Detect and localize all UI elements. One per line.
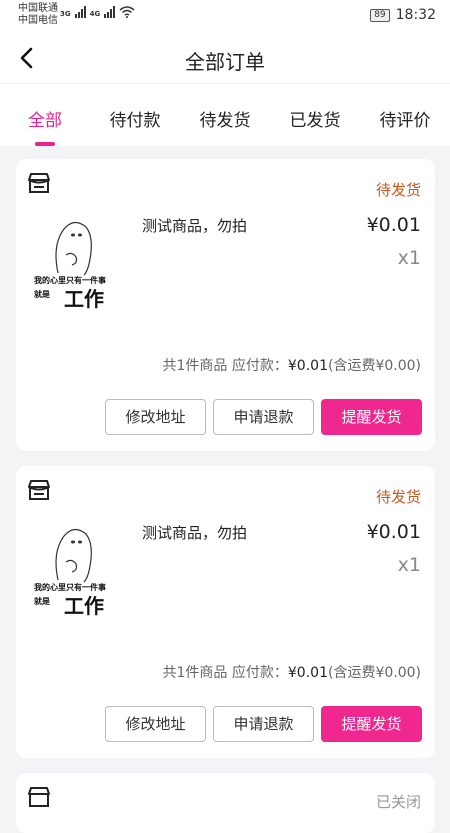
- modify-address-button[interactable]: 修改地址: [105, 399, 206, 435]
- remind-shipment-button[interactable]: 提醒发货: [321, 399, 422, 435]
- order-status: 待发货: [375, 181, 421, 199]
- summary-amount: ¥0.01: [287, 358, 328, 374]
- summary-label: 应付款：: [231, 358, 288, 374]
- order-card[interactable]: 待发货 我的心里只有一件事 就是 工作 测试商品，勿拍 ¥0.01 x1 共1件…: [16, 159, 435, 451]
- product-quantity: x1: [397, 554, 421, 576]
- network-icons: 3G 4G: [60, 6, 135, 18]
- image-caption-2: 就是: [34, 597, 50, 606]
- order-summary: 共1件商品 应付款：¥0.01(含运费¥0.00): [163, 355, 421, 375]
- summary-count: 共1件商品: [162, 665, 228, 681]
- product-price: ¥0.01: [366, 521, 421, 543]
- battery-icon: 89: [370, 8, 390, 22]
- order-summary: 共1件商品 应付款：¥0.01(含运费¥0.00): [163, 662, 421, 682]
- summary-label: 应付款：: [231, 665, 288, 681]
- summary-shipping: (含运费¥0.00): [327, 358, 421, 374]
- modify-address-button[interactable]: 修改地址: [105, 706, 206, 742]
- product-image[interactable]: 我的心里只有一件事 就是 工作: [28, 522, 128, 626]
- image-caption-big: 工作: [64, 594, 104, 618]
- order-status: 已关闭: [375, 793, 421, 811]
- store-icon: [28, 480, 50, 500]
- request-refund-button[interactable]: 申请退款: [213, 399, 314, 435]
- tab-all[interactable]: 全部: [0, 84, 90, 146]
- carrier-info: 中国联通 中国电信: [18, 3, 58, 27]
- tab-shipped[interactable]: 已发货: [270, 84, 360, 146]
- product-quantity: x1: [397, 247, 421, 269]
- nav-bar: 全部订单: [0, 32, 450, 84]
- tab-pending-review[interactable]: 待评价: [360, 84, 450, 146]
- signal-icon: [74, 6, 86, 18]
- page-title: 全部订单: [185, 50, 265, 74]
- net-type-2: 4G: [89, 10, 101, 18]
- status-right: 89 18:32: [370, 7, 436, 23]
- summary-shipping: (含运费¥0.00): [327, 665, 421, 681]
- store-icon: [28, 787, 50, 807]
- product-name[interactable]: 测试商品，勿拍: [142, 215, 247, 236]
- tab-pending-shipment[interactable]: 待发货: [180, 84, 270, 146]
- summary-amount: ¥0.01: [287, 665, 328, 681]
- order-card[interactable]: 待发货 我的心里只有一件事 就是 工作 测试商品，勿拍 ¥0.01 x1 共1件…: [16, 466, 435, 758]
- net-type-1: 3G: [60, 10, 71, 18]
- order-card[interactable]: 已关闭: [16, 773, 435, 833]
- product-image[interactable]: 我的心里只有一件事 就是 工作: [28, 215, 128, 319]
- carrier-1: 中国联通: [18, 3, 58, 14]
- status-bar: 中国联通 中国电信 3G 4G 89 18:32: [0, 0, 450, 32]
- image-caption-big: 工作: [64, 287, 104, 311]
- remind-shipment-button[interactable]: 提醒发货: [321, 706, 422, 742]
- order-tabs: 全部 待付款 待发货 已发货 待评价: [0, 84, 450, 146]
- order-status: 待发货: [375, 488, 421, 506]
- carrier-2: 中国电信: [18, 15, 58, 26]
- store-icon: [28, 173, 50, 193]
- summary-count: 共1件商品: [162, 358, 228, 374]
- clock: 18:32: [395, 7, 436, 23]
- wifi-icon: [119, 6, 135, 18]
- image-caption-2: 就是: [34, 290, 50, 299]
- product-price: ¥0.01: [366, 214, 421, 236]
- tab-pending-payment[interactable]: 待付款: [90, 84, 180, 146]
- signal-icon-2: [104, 6, 116, 18]
- request-refund-button[interactable]: 申请退款: [213, 706, 314, 742]
- product-name[interactable]: 测试商品，勿拍: [142, 522, 247, 543]
